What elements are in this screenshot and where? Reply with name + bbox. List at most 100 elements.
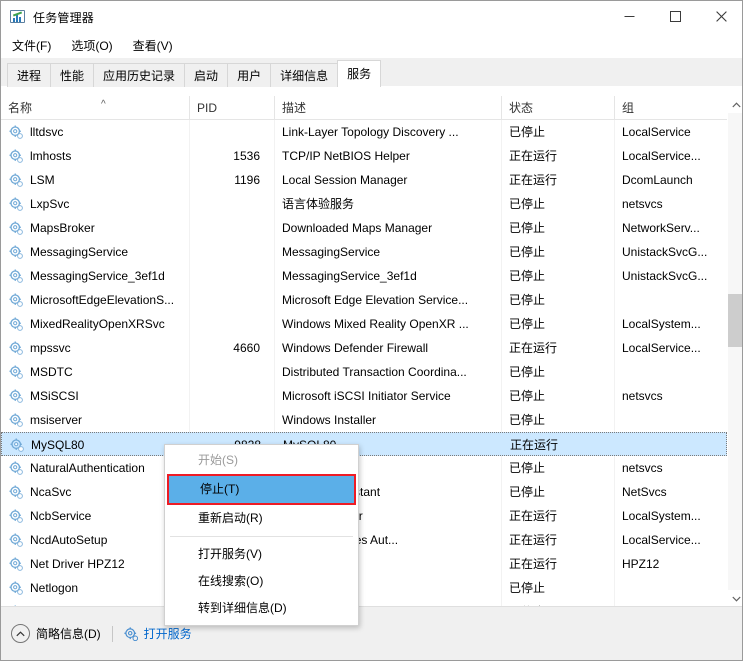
cell-desc: Downloaded Maps Manager bbox=[282, 221, 433, 235]
cell-status: 正在运行 bbox=[509, 533, 558, 547]
column-header-label: 状态 bbox=[509, 101, 534, 115]
context-menu-item-2[interactable]: 重新启动(R) bbox=[165, 505, 358, 532]
tab-users[interactable]: 用户 bbox=[227, 63, 272, 87]
scrollbar-track[interactable] bbox=[728, 113, 742, 590]
menu-options[interactable]: 选项(O) bbox=[69, 35, 121, 56]
context-menu-item-1[interactable]: 停止(T) bbox=[169, 476, 354, 503]
cell-desc: Microsoft Edge Elevation Service... bbox=[282, 293, 469, 307]
cell-group: UnistackSvcG... bbox=[622, 269, 708, 283]
cell-status: 已停止 bbox=[509, 485, 546, 499]
cell-desc: Microsoft iSCSI Initiator Service bbox=[282, 389, 451, 403]
cell-pid bbox=[189, 384, 274, 408]
cell-name: Netlogon bbox=[30, 581, 79, 595]
tab-details[interactable]: 详细信息 bbox=[270, 63, 339, 87]
table-row[interactable]: MicrosoftEdgeElevationS... Microsoft Edge… bbox=[1, 288, 727, 312]
scroll-up-arrow[interactable] bbox=[728, 96, 742, 113]
table-row[interactable]: NcdAutoSetup...ected Devices Aut...正在运行L… bbox=[1, 528, 727, 552]
window-controls bbox=[606, 1, 742, 32]
table-row[interactable]: MapsBroker Downloaded Maps Manager 已停止 Netw… bbox=[1, 216, 727, 240]
cell-name: MessagingService_3ef1d bbox=[30, 269, 165, 283]
vertical-scrollbar[interactable] bbox=[727, 96, 742, 607]
table-row[interactable]: MySQL809828MySQL80正在运行 bbox=[1, 432, 727, 456]
cell-status: 已停止 bbox=[509, 461, 546, 475]
scrollbar-thumb[interactable] bbox=[728, 294, 742, 347]
cell-pid bbox=[189, 288, 274, 312]
maximize-button[interactable] bbox=[652, 1, 698, 32]
table-row[interactable]: lltdsvc Link-Layer Topology Discovery ...… bbox=[1, 120, 727, 144]
cell-desc: MessagingService bbox=[282, 245, 381, 259]
context-menu-separator bbox=[170, 536, 353, 537]
cell-pid bbox=[189, 216, 274, 240]
minimize-button[interactable] bbox=[606, 1, 652, 32]
menu-view[interactable]: 查看(V) bbox=[131, 35, 182, 56]
cell-name: NcdAutoSetup bbox=[30, 533, 108, 547]
column-header-2[interactable]: 描述 bbox=[274, 96, 501, 120]
task-manager-window: 任务管理器 文件(F) 选项(O) 查看(V) 进程 性能 应用历史记录 启动 … bbox=[0, 0, 743, 661]
context-menu-item-5[interactable]: 在线搜索(O) bbox=[165, 568, 358, 595]
cell-status: 正在运行 bbox=[509, 341, 558, 355]
cell-group: UnistackSvcG... bbox=[622, 245, 708, 259]
cell-desc: Link-Layer Topology Discovery ... bbox=[282, 125, 459, 139]
table-row[interactable]: LxpSvc 语言体验服务 已停止 netsvcs bbox=[1, 192, 727, 216]
cell-desc: Local Session Manager bbox=[282, 173, 408, 187]
cell-status: 已停止 bbox=[509, 365, 546, 379]
fewer-details-button[interactable]: 简略信息(D) bbox=[11, 624, 101, 643]
column-header-4[interactable]: 组 bbox=[614, 96, 727, 120]
tab-services[interactable]: 服务 bbox=[337, 60, 382, 87]
tab-processes[interactable]: 进程 bbox=[7, 63, 52, 87]
cell-group: DcomLaunch bbox=[622, 173, 693, 187]
context-menu-item-4[interactable]: 打开服务(V) bbox=[165, 541, 358, 568]
table-row[interactable]: MSiSCSI Microsoft iSCSI Initiator Service… bbox=[1, 384, 727, 408]
title-bar[interactable]: 任务管理器 bbox=[1, 1, 742, 33]
cell-pid bbox=[189, 264, 274, 288]
column-headers: 名称 ^ PID 描述 状态 组 bbox=[1, 96, 742, 120]
cell-name: NaturalAuthentication bbox=[30, 461, 145, 475]
cell-group: NetworkServ... bbox=[622, 221, 700, 235]
cell-group bbox=[614, 408, 727, 432]
table-row[interactable]: Netlogon 已停止 bbox=[1, 576, 727, 600]
cell-status: 正在运行 bbox=[510, 438, 559, 452]
cell-group: NetSvcs bbox=[622, 485, 667, 499]
column-header-1[interactable]: PID bbox=[189, 96, 274, 120]
open-services-link[interactable]: 打开服务 bbox=[124, 625, 192, 642]
context-menu-highlight-box: 停止(T) bbox=[167, 474, 356, 505]
chevron-up-icon bbox=[11, 624, 30, 643]
cell-pid bbox=[189, 360, 274, 384]
tab-app-history[interactable]: 应用历史记录 bbox=[93, 63, 186, 87]
table-row[interactable]: msiserver Windows Installer 已停止 bbox=[1, 408, 727, 432]
table-row[interactable]: LSM 1196 Local Session Manager 正在运行 DcomLaun… bbox=[1, 168, 727, 192]
close-button[interactable] bbox=[698, 1, 742, 32]
table-row[interactable]: Net Driver HPZ12...12正在运行HPZ12 bbox=[1, 552, 727, 576]
context-menu-item-6[interactable]: 转到详细信息(D) bbox=[165, 595, 358, 622]
cell-group: LocalService... bbox=[622, 533, 701, 547]
cell-group: LocalSystem... bbox=[622, 509, 701, 523]
table-row[interactable]: MixedRealityOpenXRSvc Windows Mixed Reali… bbox=[1, 312, 727, 336]
cell-group bbox=[614, 288, 727, 312]
cell-status: 正在运行 bbox=[509, 557, 558, 571]
table-row[interactable]: lmhosts 1536 TCP/IP NetBIOS Helper 正在运行 Loca… bbox=[1, 144, 727, 168]
cell-desc: MessagingService_3ef1d bbox=[282, 269, 417, 283]
tab-startup[interactable]: 启动 bbox=[184, 63, 229, 87]
table-row[interactable]: mpssvc 4660 Windows Defender Firewall 正在运行 L… bbox=[1, 336, 727, 360]
context-menu: 开始(S) 停止(T) 重新启动(R) 打开服务(V) 在线搜索(O) 转到详细信息(D) bbox=[164, 444, 359, 626]
task-manager-icon bbox=[10, 9, 26, 25]
table-row[interactable]: MessagingService MessagingService 已停止 Unist… bbox=[1, 240, 727, 264]
cell-pid bbox=[189, 192, 274, 216]
table-row[interactable]: NcbService...ection Broker正在运行LocalSyste… bbox=[1, 504, 727, 528]
cell-pid bbox=[189, 312, 274, 336]
column-header-0[interactable]: 名称 ^ bbox=[1, 96, 189, 120]
table-row[interactable]: NaturalAuthentication 已停止 netsvcs bbox=[1, 456, 727, 480]
table-row[interactable]: MSDTC Distributed Transaction Coordina...… bbox=[1, 360, 727, 384]
table-row[interactable]: NcaSvc...ectivity Assistant已停止NetSvcs bbox=[1, 480, 727, 504]
menu-file[interactable]: 文件(F) bbox=[10, 35, 60, 56]
column-header-3[interactable]: 状态 bbox=[501, 96, 614, 120]
table-row[interactable]: MessagingService_3ef1d MessagingService_3… bbox=[1, 264, 727, 288]
cell-pid bbox=[189, 408, 274, 432]
cell-status: 正在运行 bbox=[509, 149, 558, 163]
cell-name: MSiSCSI bbox=[30, 389, 79, 403]
cell-pid bbox=[189, 240, 274, 264]
fewer-details-label: 简略信息(D) bbox=[36, 627, 101, 641]
scroll-down-arrow[interactable] bbox=[728, 590, 742, 607]
tab-performance[interactable]: 性能 bbox=[50, 63, 95, 87]
cell-name: Net Driver HPZ12 bbox=[30, 557, 125, 571]
